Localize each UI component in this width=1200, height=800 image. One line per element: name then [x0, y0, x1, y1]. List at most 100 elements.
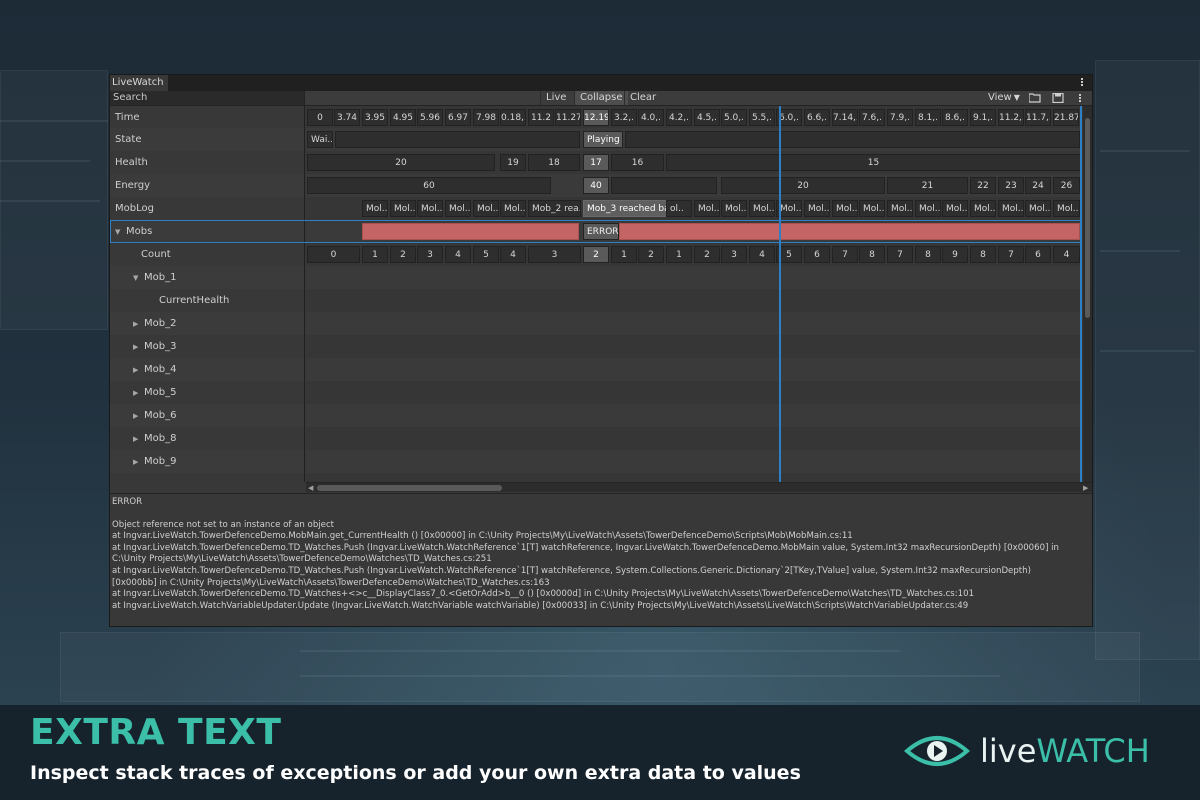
time-cell[interactable]: 0.18,. — [500, 109, 526, 126]
health-cell[interactable]: 20 — [307, 154, 495, 171]
health-cell[interactable]: 19 — [500, 154, 526, 171]
view-dropdown[interactable]: View ▼ — [984, 91, 1026, 105]
state-cell-selected[interactable]: Playing — [583, 131, 623, 148]
row-name-mob-2[interactable]: ▶ Mob_2 — [110, 312, 304, 335]
energy-cell[interactable]: 21 — [887, 177, 968, 194]
time-cell[interactable]: 4.5,. — [694, 109, 720, 126]
window-tab[interactable]: LiveWatch — [110, 75, 168, 91]
time-cell[interactable]: 4.0,. — [638, 109, 664, 126]
time-cell[interactable]: 7.98 — [473, 109, 499, 126]
moblog-cell[interactable]: Mol.. — [804, 200, 830, 217]
time-cell[interactable]: 12.19 — [583, 109, 609, 126]
collapse-button[interactable]: Collapse — [574, 91, 628, 105]
row-name-mob-5[interactable]: ▶ Mob_5 — [110, 381, 304, 405]
time-cell[interactable]: 11.2 — [528, 109, 554, 126]
count-cell[interactable]: 1 — [611, 246, 637, 263]
search-field[interactable]: Search — [110, 91, 305, 105]
scroll-right-icon[interactable]: ▶ — [1083, 483, 1088, 493]
expand-right-icon[interactable]: ▶ — [133, 451, 141, 474]
scroll-left-icon[interactable]: ◀ — [308, 483, 313, 493]
state-cell[interactable]: Wai.. — [307, 131, 333, 148]
time-cell[interactable]: 7.6,. — [859, 109, 885, 126]
time-cell[interactable]: 5.0,. — [721, 109, 747, 126]
row-name-moblog[interactable]: MobLog — [110, 197, 304, 220]
moblog-cell[interactable]: Mol.. — [859, 200, 885, 217]
time-cell[interactable]: 11.7,. — [1025, 109, 1051, 126]
energy-cell[interactable]: 20 — [721, 177, 885, 194]
moblog-cell[interactable]: ol.. — [666, 200, 692, 217]
moblog-cell[interactable]: Mol.. — [362, 200, 388, 217]
count-cell[interactable]: 4 — [1053, 246, 1080, 263]
row-name-count[interactable]: Count — [110, 243, 304, 266]
count-cell[interactable]: 1 — [362, 246, 388, 263]
health-cell[interactable]: 15 — [666, 154, 1081, 171]
state-cell[interactable] — [625, 131, 1080, 148]
time-cell[interactable]: 11.27,. — [555, 109, 581, 126]
row-name-mob-4[interactable]: ▶ Mob_4 — [110, 358, 304, 382]
moblog-cell[interactable]: Mol.. — [473, 200, 499, 217]
count-cell[interactable]: 2 — [638, 246, 664, 263]
moblog-cell[interactable]: Mol.. — [970, 200, 996, 217]
count-cell[interactable]: 8 — [970, 246, 996, 263]
energy-cell[interactable]: 40 — [583, 177, 609, 194]
time-cell[interactable]: 8.1,. — [915, 109, 941, 126]
kebab-menu-icon[interactable] — [1076, 93, 1084, 105]
energy-cell[interactable]: 26 — [1053, 177, 1080, 194]
count-cell[interactable]: 5 — [473, 246, 499, 263]
state-cell[interactable] — [335, 131, 580, 148]
time-cell[interactable]: 21.87 — [1053, 109, 1079, 126]
time-cell[interactable]: 0 — [307, 109, 333, 126]
count-cell[interactable]: 9 — [942, 246, 968, 263]
selected-time-marker[interactable] — [779, 106, 781, 482]
horizontal-scrollbar[interactable]: ◀ ▶ — [306, 482, 1092, 492]
count-cell[interactable]: 1 — [666, 246, 692, 263]
moblog-cell[interactable]: Mol.. — [390, 200, 416, 217]
expand-right-icon[interactable]: ▶ — [133, 382, 141, 405]
expand-down-icon[interactable]: ▼ — [133, 267, 141, 290]
count-cell[interactable]: 2 — [583, 246, 609, 263]
time-cell[interactable]: 3.74 — [334, 109, 360, 126]
time-cell[interactable]: 6.6,. — [804, 109, 830, 126]
row-name-mob-8[interactable]: ▶ Mob_8 — [110, 427, 304, 450]
time-cell[interactable]: 7.14,. — [832, 109, 858, 126]
energy-cell[interactable]: 22 — [970, 177, 996, 194]
health-cell[interactable]: 16 — [611, 154, 664, 171]
count-cell[interactable]: 4 — [749, 246, 775, 263]
clear-button[interactable]: Clear — [624, 91, 661, 105]
horizontal-scroll-thumb[interactable] — [317, 485, 502, 491]
count-cell[interactable]: 4 — [445, 246, 471, 263]
moblog-cell[interactable]: Mol.. — [1025, 200, 1051, 217]
time-cell[interactable]: 7.9,. — [887, 109, 913, 126]
folder-open-icon[interactable] — [1029, 93, 1041, 103]
energy-cell[interactable]: 60 — [307, 177, 551, 194]
health-cell[interactable]: 18 — [528, 154, 580, 171]
row-name-currenthealth[interactable]: CurrentHealth — [110, 289, 304, 312]
count-cell[interactable]: 3 — [417, 246, 443, 263]
time-cell[interactable]: 5.96 — [417, 109, 443, 126]
energy-cell[interactable]: 24 — [1025, 177, 1051, 194]
time-cell[interactable]: 5.5,. — [749, 109, 775, 126]
moblog-cell[interactable]: Mol.. — [749, 200, 775, 217]
energy-cell[interactable]: 23 — [998, 177, 1024, 194]
moblog-cell[interactable]: Mol.. — [942, 200, 968, 217]
time-cell[interactable]: 8.6,. — [942, 109, 968, 126]
moblog-cell[interactable]: Mol.. — [887, 200, 913, 217]
row-name-energy[interactable]: Energy — [110, 174, 304, 197]
time-cell[interactable]: 3.95 — [362, 109, 388, 126]
count-cell[interactable]: 8 — [915, 246, 941, 263]
row-name-mob-9[interactable]: ▶ Mob_9 — [110, 450, 304, 474]
moblog-cell[interactable]: Mol.. — [998, 200, 1024, 217]
count-cell[interactable]: 2 — [694, 246, 720, 263]
count-cell[interactable]: 0 — [307, 246, 360, 263]
details-panel[interactable]: ERROR Object reference not set to an ins… — [110, 493, 1092, 626]
values-timeline[interactable]: 0 3.74 3.95 4.95 5.96 6.97 7.98 0.18,. 11.2 11.27… — [306, 106, 1082, 482]
count-cell[interactable]: 6 — [1025, 246, 1051, 263]
expand-right-icon[interactable]: ▶ — [133, 405, 141, 428]
count-cell[interactable]: 7 — [887, 246, 913, 263]
health-cell[interactable]: 17 — [583, 154, 609, 171]
count-cell[interactable]: 8 — [859, 246, 885, 263]
row-name-mob-1[interactable]: ▼ Mob_1 — [110, 266, 304, 290]
count-cell[interactable]: 3 — [721, 246, 747, 263]
expand-right-icon[interactable]: ▶ — [133, 359, 141, 382]
vertical-scroll-thumb[interactable] — [1085, 118, 1090, 318]
